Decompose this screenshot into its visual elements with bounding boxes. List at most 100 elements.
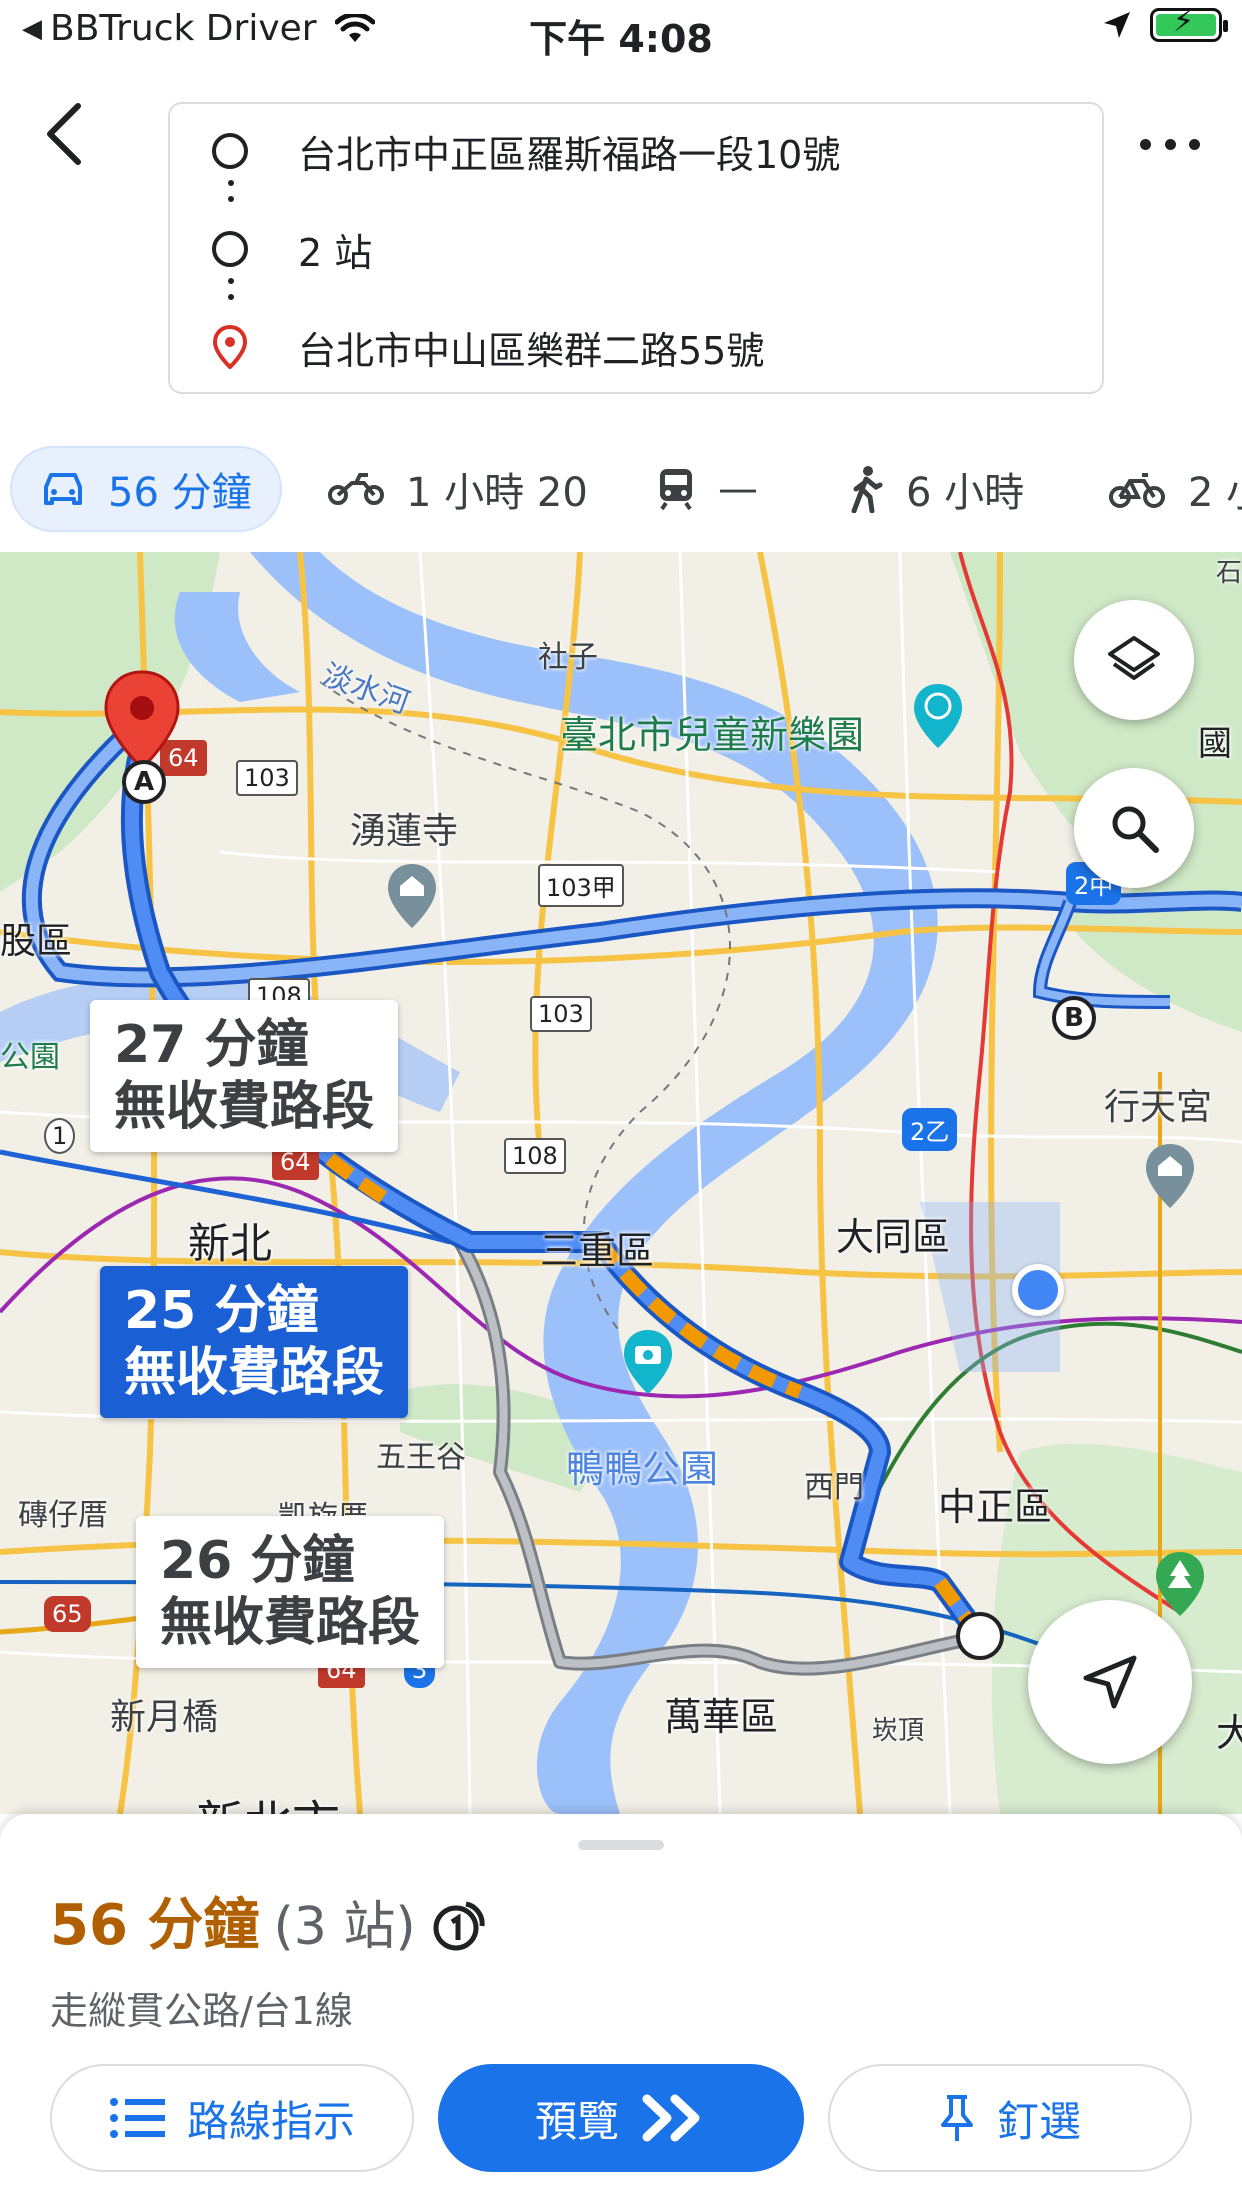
preview-button[interactable]: 預覽 [438,2064,804,2172]
sheet-drag-handle[interactable] [578,1840,664,1850]
pin-button[interactable]: 釘選 [828,2064,1192,2172]
summary-stops: (3 站) [273,1897,416,1957]
route-summary: 56 分鐘 (3 站) [50,1880,488,1961]
callout-minutes: 25 分鐘 [124,1281,319,1341]
photo-spot-icon[interactable] [620,1328,676,1398]
tab-driving-label: 56 分鐘 [108,470,252,516]
route-shield: 1 [44,1118,76,1154]
tab-motorcycle-label: 1 小時 20 [406,470,588,516]
recenter-button[interactable] [1028,1600,1192,1764]
destination-pin-icon [212,325,248,369]
search-button[interactable] [1074,768,1194,888]
car-icon [44,473,82,505]
pin-button-label: 釘選 [996,2096,1081,2146]
callout-note: 無收費路段 [124,1343,385,1403]
destination-text: 台北市中山區樂群二路55號 [298,328,765,373]
layers-icon [1108,636,1160,680]
tab-walking-label: 6 小時 [906,470,1025,516]
motorcycle-icon [328,473,384,505]
map-label-sanchong: 三重區 [540,1229,655,1273]
route-dots [228,180,234,212]
route-waypoints-box: 台北市中正區羅斯福路一段10號 2 站 台北市中山區樂群二路55號 [168,102,1104,394]
steps-button-label: 路線指示 [186,2096,355,2146]
toll-free-info-icon[interactable] [430,1896,488,1954]
bike-icon [1109,473,1165,508]
location-arrow-icon [1104,12,1130,38]
tab-transit[interactable]: — [656,446,758,532]
temple-icon[interactable] [384,862,440,932]
route-callout-alt-2[interactable]: 26 分鐘 無收費路段 [136,1516,445,1668]
status-right: ⚡ [1102,4,1228,42]
map-label-da-partial: 大 [1216,1711,1242,1755]
status-bar: ◀ BBTruck Driver 下午 4:08 ⚡ [0,0,1242,61]
map-label-wanhua: 萬華區 [664,1695,779,1739]
callout-note: 無收費路段 [114,1077,375,1137]
map-label-zhongzheng: 中正區 [938,1485,1053,1529]
callout-note: 無收費路段 [160,1593,421,1653]
map-label-shi-partial: 石 [1216,558,1242,588]
map-label-xinbei: 新北 [188,1219,273,1268]
marker-a[interactable]: A [122,760,166,804]
map-label-park-partial: 公園 [0,1040,60,1075]
tab-motorcycle[interactable]: 1 小時 20 [328,446,588,532]
route-shield: 103甲 [538,864,624,907]
pin-icon [940,2095,973,2141]
layers-button[interactable] [1074,600,1194,720]
transit-icon [660,469,692,511]
map-label-duck-park: 鴨鴨公園 [566,1447,719,1491]
route-summary-sheet: 56 分鐘 (3 站) 走縱貫公路/台1線 路線指示 預覽 釘選 [0,1814,1242,2208]
tab-transit-label: — [718,466,758,512]
route-shield: 2乙 [902,1108,958,1151]
origin-circle-icon [212,133,248,169]
tab-cycling-label: 2 小 [1188,470,1242,516]
route-shield: 65 [44,1596,91,1632]
summary-via: 走縱貫公路/台1線 [50,1989,353,2033]
marker-b[interactable]: B [1052,996,1096,1040]
map-label-wugu: 五王谷 [376,1440,466,1475]
map-label-datong: 大同區 [836,1215,951,1259]
list-icon [109,2098,165,2138]
steps-button[interactable]: 路線指示 [50,2064,414,2172]
current-location-dot [1012,1264,1064,1316]
tab-driving[interactable]: 56 分鐘 [10,446,282,532]
map-label-shezi: 社子 [538,640,598,675]
navigation-arrow-icon [1083,1655,1137,1709]
tab-walking[interactable]: 6 小時 [848,446,1024,532]
callout-minutes: 27 分鐘 [114,1015,309,1075]
map-label-country-partial: 國 [1198,724,1232,764]
waypoint-circle-icon [212,231,248,267]
map-label-zhuanzaicuo: 磚仔厝 [18,1498,108,1533]
map-label-kanding: 崁頂 [872,1716,925,1746]
back-arrow-icon[interactable] [36,96,100,172]
walk-icon [851,466,883,513]
summary-duration: 56 分鐘 [50,1893,260,1958]
map-label-childrens-park: 臺北市兒童新樂園 [560,713,865,757]
park-icon[interactable] [1152,1550,1208,1620]
double-chevron-right-icon [642,2094,700,2142]
preview-button-label: 預覽 [534,2096,619,2146]
map-label-xingtian-temple: 行天宮 [1104,1087,1213,1128]
map-label-yonglian-temple: 湧蓮寺 [350,811,459,852]
search-icon [1112,806,1159,853]
origin-text: 台北市中正區羅斯福路一段10號 [298,132,841,177]
travel-mode-tabs: 56 分鐘 1 小時 20 — 6 小時 2 小 [0,440,1242,536]
map-view[interactable]: 社子 淡水河 臺北市兒童新樂園 湧蓮寺 股區 公園 新北 三重區 大同區 行天宮… [0,552,1242,1814]
route-callout-alt-1[interactable]: 27 分鐘 無收費路段 [90,1000,399,1152]
route-callout-selected[interactable]: 25 分鐘 無收費路段 [100,1266,409,1418]
route-shield: 108 [504,1138,566,1174]
map-label-xinbei-city: 新北市 [196,1784,340,1814]
route-shield: 103 [236,760,298,796]
map-label-ximen: 西門 [804,1470,864,1505]
status-time: 下午 4:08 [529,17,713,61]
callout-minutes: 26 分鐘 [160,1531,355,1591]
more-options-icon[interactable] [1140,124,1200,164]
waypoints-text: 2 站 [298,230,373,275]
amusement-park-icon[interactable] [910,682,966,752]
map-label-beitou: 股區 [0,921,73,962]
battery-icon: ⚡ [1150,4,1228,42]
temple-icon-2[interactable] [1142,1142,1198,1212]
origin-map-marker[interactable] [956,1612,1004,1660]
map-label-xinyue-bridge: 新月橋 [110,1697,219,1738]
route-shield: 103 [530,996,592,1032]
tab-cycling[interactable]: 2 小 [1108,446,1242,532]
